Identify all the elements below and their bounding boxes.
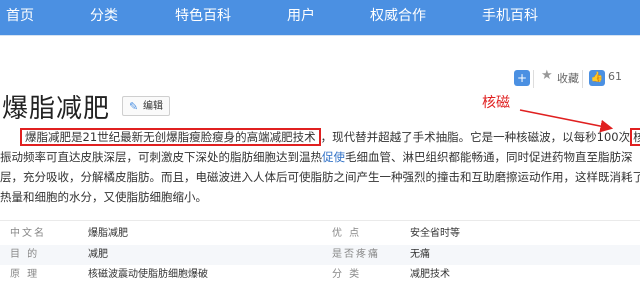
edit-button-label: 编辑 [143, 101, 163, 112]
nav-item-category[interactable]: 分类 [90, 0, 118, 35]
nav-item-mobile[interactable]: 手机百科 [482, 0, 538, 35]
nav-item-partners[interactable]: 权威合作 [370, 0, 426, 35]
infobox-divider [0, 220, 640, 221]
summary-text: 振动频率可直达皮肤深层，可刺激皮下深处的脂肪细胞达到温热 [0, 150, 322, 164]
infobox-key: 中文名 [10, 228, 46, 239]
edit-button[interactable]: ✎ 编辑 [122, 96, 170, 116]
plus-square-icon[interactable]: + [514, 70, 530, 86]
top-nav: 首页 分类 特色百科 用户 权威合作 手机百科 [0, 0, 640, 35]
star-icon[interactable]: ★ [541, 68, 553, 90]
nav-item-users[interactable]: 用户 [287, 0, 315, 35]
thumbs-up-icon[interactable]: 👍 [589, 70, 605, 86]
summary-text: ，现代替并超越了手术抽脂。它是一种核磁波，以每秒100次 [320, 130, 631, 144]
summary-line-2: 振动频率可直达皮肤深层，可刺激皮下深处的脂肪细胞达到温热促使毛细血管、淋巴组织都… [0, 148, 633, 166]
collect-label[interactable]: 收藏 [557, 70, 579, 92]
annotation-label: 核磁 [482, 95, 510, 111]
page-title: 爆脂减肥 [2, 94, 111, 124]
toolbar-divider [533, 70, 534, 88]
summary-line-4: 热量和细胞的水分，又使脂肪细胞缩小。 [0, 190, 207, 204]
summary-text: 毛细血管、淋巴组织都能畅通，同时促进药物直至脂肪深 [345, 150, 633, 164]
summary-line-3: 层，充分吸收，分解橘皮脂肪。而且，电磁波进入人体后可使脂肪之间产生一种强烈的撞击… [0, 170, 640, 184]
infobox-row: 中文名 爆脂减肥 优 点 安全省时等 [0, 224, 640, 244]
infobox-key: 目 的 [10, 249, 40, 260]
infobox-value: 爆脂减肥 [88, 228, 128, 239]
summary-line-1: 爆脂减肥是21世纪最新无创爆脂瘦脸瘦身的高端减肥技术 ，现代替并超越了手术抽脂。它… [20, 128, 640, 146]
infobox-key: 优 点 [332, 228, 362, 239]
toolbar-divider [582, 70, 583, 88]
pencil-icon: ✎ [129, 100, 139, 113]
infobox-row: 目 的 减肥 是否疼痛 无痛 [0, 245, 640, 265]
infobox-row: 原 理 核磁波震动使脂肪细胞爆破 分 类 减肥技术 [0, 265, 640, 285]
inline-link[interactable]: 促使 [322, 150, 345, 164]
infobox-key: 分 类 [332, 269, 362, 280]
nav-divider [0, 35, 640, 36]
infobox-key: 原 理 [10, 269, 40, 280]
infobox-value: 减肥 [88, 249, 108, 260]
infobox-value: 减肥技术 [410, 269, 450, 280]
infobox-value: 安全省时等 [410, 228, 460, 239]
infobox-value: 核磁波震动使脂肪细胞爆破 [88, 269, 208, 280]
like-count: 61 [608, 70, 622, 83]
highlighted-phrase: 爆脂减肥是21世纪最新无创爆脂瘦脸瘦身的高端减肥技术 [20, 128, 321, 146]
infobox-value: 无痛 [410, 249, 430, 260]
nav-item-home[interactable]: 首页 [6, 0, 34, 35]
highlighted-word: 核滋 [630, 128, 640, 146]
infobox-key: 是否疼痛 [332, 249, 380, 260]
nav-item-featured[interactable]: 特色百科 [175, 0, 231, 35]
